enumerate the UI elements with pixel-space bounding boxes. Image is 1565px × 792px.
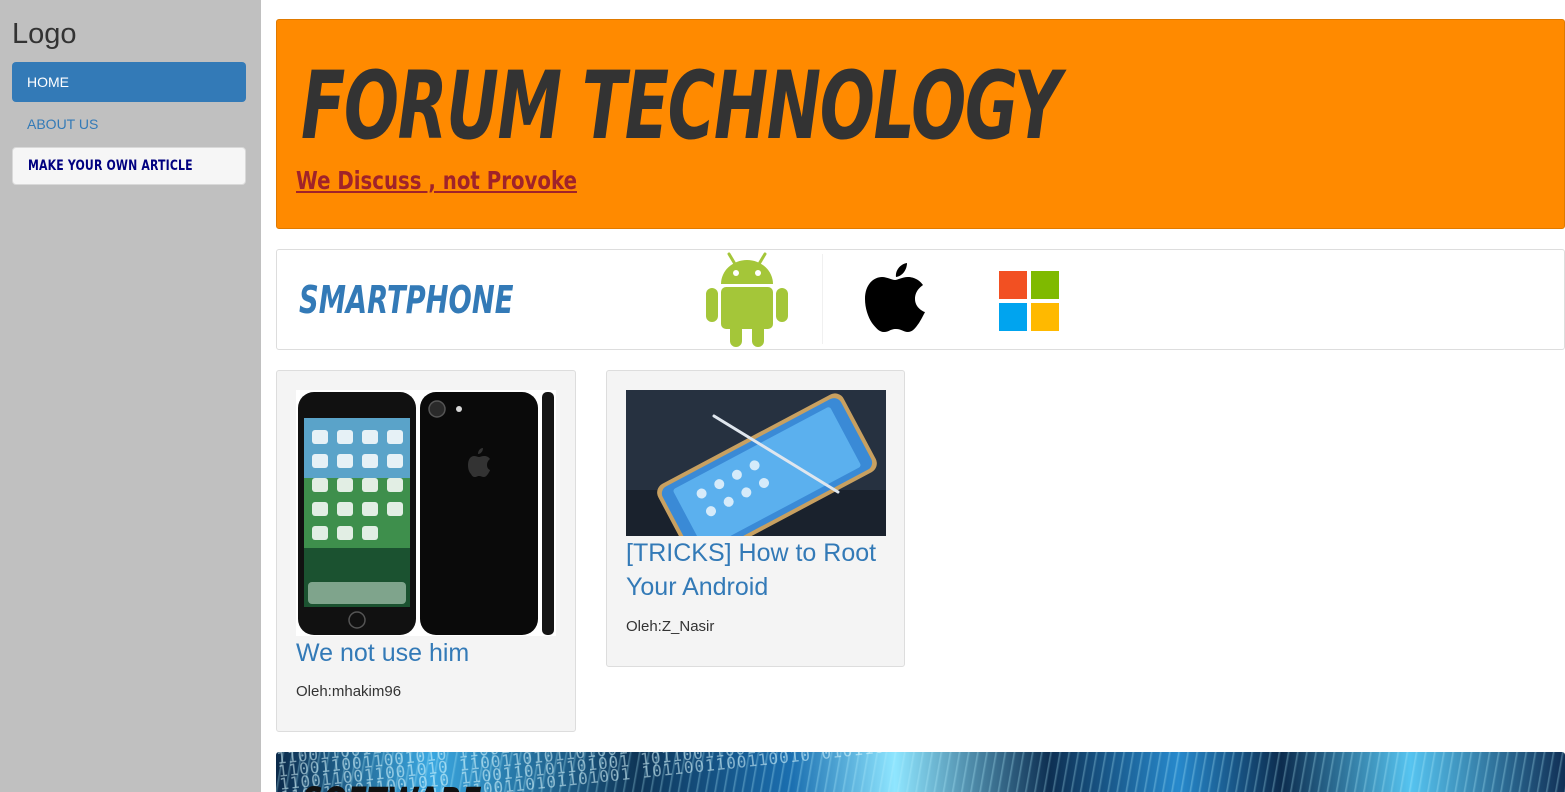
make-article-label: MAKE YOUR OWN ARTICLE [28, 158, 193, 174]
article-author: Oleh:mhakim96 [296, 683, 402, 700]
article-image-iphone[interactable] [296, 390, 556, 636]
banner-title: FORUM TECHNOLOGY [301, 52, 1061, 161]
nav-about-us[interactable]: ABOUT US [12, 104, 246, 144]
apple-icon[interactable] [863, 259, 927, 333]
article-card: [TRICKS] How to Root Your Android Oleh:Z… [606, 370, 905, 667]
banner-subtitle-link[interactable]: We Discuss , not Provoke [296, 166, 577, 195]
article-image-galaxy-note[interactable] [626, 390, 886, 536]
logo: Logo [12, 18, 77, 50]
article-author: Oleh:Z_Nasir [626, 618, 715, 635]
make-your-own-article-button[interactable]: MAKE YOUR OWN ARTICLE [12, 147, 246, 185]
nav-home[interactable]: HOME [12, 62, 246, 102]
smartphone-section: SMARTPHONE [276, 249, 1565, 350]
software-section-title: SOFTWARE [302, 780, 481, 792]
page: Logo HOME ABOUT US MAKE YOUR OWN ARTICLE… [0, 0, 1565, 792]
article-title-link[interactable]: We not use him [296, 636, 566, 670]
article-title-link[interactable]: [TRICKS] How to Root Your Android [626, 536, 896, 604]
article-card: We not use him Oleh:mhakim96 [276, 370, 576, 732]
banner: FORUM TECHNOLOGY We Discuss , not Provok… [276, 19, 1565, 229]
android-icon[interactable] [705, 250, 789, 347]
sidebar: Logo HOME ABOUT US MAKE YOUR OWN ARTICLE [0, 0, 261, 792]
windows-icon[interactable] [997, 269, 1061, 333]
icon-divider [822, 254, 823, 344]
software-section: 1100110011001010 1100110101101001 101100… [276, 752, 1565, 792]
smartphone-section-title: SMARTPHONE [299, 278, 514, 322]
